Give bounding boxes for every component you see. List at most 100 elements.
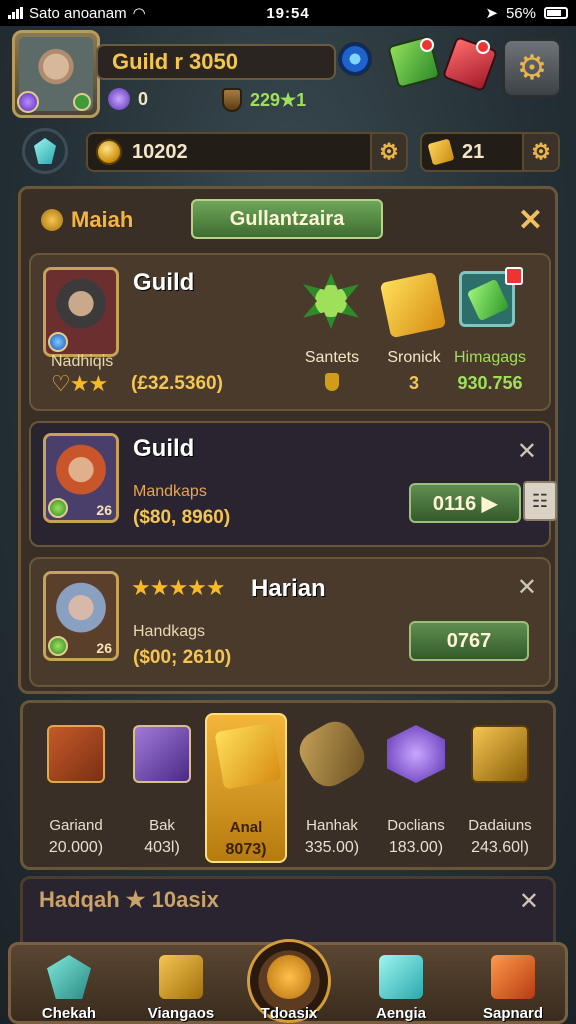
- crystal-button[interactable]: [22, 128, 68, 174]
- carrier-label: Sato anoanam: [29, 4, 127, 22]
- purple-box-icon: [133, 725, 191, 783]
- card-amount: ($80, 8960): [133, 507, 231, 528]
- nav-item-viangaos[interactable]: Viangaos: [131, 951, 231, 1023]
- purple-gem-icon: [387, 725, 445, 783]
- grid-icon: ☷: [531, 490, 549, 511]
- guild-title: Guild r 3050: [112, 49, 238, 74]
- panel-tab[interactable]: Gullantzaira: [191, 199, 383, 239]
- card-amount: (£32.5360): [131, 373, 223, 394]
- panel-header: Maiah Gullantzaira ✕: [21, 189, 555, 249]
- claim-button[interactable]: 0767: [409, 621, 529, 661]
- crystal-icon: [34, 138, 56, 164]
- clock: 19:54: [266, 4, 310, 22]
- item-slot-gem[interactable]: Doclians 183.00): [375, 713, 457, 863]
- item-slot-selected[interactable]: Anal 8073): [205, 713, 287, 863]
- coin-bar: 10202 ⚙: [86, 132, 408, 172]
- gold-block-icon: [379, 271, 447, 339]
- class-icon: [48, 636, 68, 656]
- nav-item-chekah[interactable]: Chekah: [19, 951, 119, 1023]
- star-rating: ★★★★★: [131, 575, 226, 600]
- nav-item-sapnard[interactable]: Sapnard: [463, 951, 563, 1023]
- gear-icon: ⚙: [379, 139, 399, 164]
- nav-label: Sapnard: [482, 1005, 543, 1022]
- nav-label: Chekah: [41, 1005, 97, 1022]
- item-slot-chest[interactable]: Gariand 20.000): [35, 713, 117, 863]
- avatar-gem-icon: [17, 91, 39, 113]
- battery-percent: 56%: [505, 4, 536, 22]
- blue-orb-icon[interactable]: [338, 42, 372, 76]
- crystal-icon: [47, 955, 91, 999]
- green-counter: 229★1: [222, 88, 306, 112]
- item-value: 20.000): [48, 839, 104, 856]
- close-icon[interactable]: ✕: [519, 887, 539, 916]
- class-icon: [48, 332, 68, 352]
- nav-item-aengia[interactable]: Aengia: [351, 951, 451, 1023]
- secondary-panel: Hadqah ★ 10asix ✕: [20, 876, 556, 946]
- coin-add-button[interactable]: ⚙: [370, 134, 406, 170]
- orange-gem-icon: [491, 955, 535, 999]
- close-icon[interactable]: ✕: [517, 573, 537, 602]
- hero-portrait: 26: [43, 571, 119, 661]
- guild-title-bar[interactable]: Guild r 3050: [96, 44, 336, 80]
- location-icon: ➤: [485, 5, 498, 22]
- hero-portrait: 26: [43, 433, 119, 523]
- coin-icon: [96, 139, 122, 165]
- chest-icon: [47, 725, 105, 783]
- panel-title: Maiah: [71, 207, 134, 232]
- green-star-icon: [303, 273, 359, 329]
- item-value: 335.00): [304, 839, 360, 856]
- shield-icon: [325, 373, 339, 391]
- hero-level: 26: [96, 502, 112, 518]
- item-label: Gariand: [49, 817, 103, 834]
- gold-block-icon: [214, 722, 282, 790]
- claim-button-label: 0767: [446, 629, 492, 652]
- status-right: ➤ 56%: [348, 4, 568, 22]
- card-name: Guild: [133, 269, 195, 296]
- item-slot-treasure[interactable]: Dadaiuns 243.60l): [459, 713, 541, 863]
- item-value: 930.756: [457, 373, 523, 393]
- hero-portrait: [43, 267, 119, 357]
- notification-dot: [420, 38, 434, 52]
- nav-item-tdoasix[interactable]: Tdoasix: [239, 951, 339, 1023]
- gold-chest-icon: [159, 955, 203, 999]
- settings-button[interactable]: ⚙: [502, 38, 562, 98]
- player-avatar[interactable]: [12, 30, 100, 118]
- expand-button[interactable]: ☷: [523, 481, 557, 521]
- guild-card[interactable]: Guild Nadhiqis ♡★★ (£32.5360) Santets Sr…: [29, 253, 551, 411]
- class-icon: [48, 498, 68, 518]
- battery-icon: [544, 7, 568, 19]
- card-subtitle: Nadhiqis: [51, 353, 114, 370]
- hero-level: 26: [96, 640, 112, 656]
- shield-icon: [41, 209, 63, 231]
- avatar-badge-icon: [73, 93, 91, 111]
- card-subtitle: Handkags: [133, 623, 206, 640]
- item-slot-bag[interactable]: Bak 403l): [121, 713, 203, 863]
- coin-amount: 10202: [132, 140, 188, 163]
- crystal-shape: [466, 278, 510, 322]
- close-icon[interactable]: ✕: [517, 437, 537, 466]
- item-label: Bak: [149, 817, 175, 834]
- item-label: Santets: [304, 349, 360, 366]
- card-amount: ($00; 2610): [133, 647, 232, 668]
- shield-icon: [222, 88, 242, 112]
- gold-bar-icon: [427, 138, 455, 166]
- guild-card[interactable]: 26 Guild Mandkaps ($80, 8960) ✕ 0116 ▶: [29, 421, 551, 547]
- close-icon[interactable]: ✕: [518, 203, 543, 238]
- item-label: Dadaiuns: [468, 817, 532, 834]
- star-rating: ♡★★: [51, 371, 108, 396]
- item-slot-scroll[interactable]: Hanhak 335.00): [291, 713, 373, 863]
- claim-button[interactable]: 0116 ▶: [409, 483, 521, 523]
- gold-add-button[interactable]: ⚙: [522, 134, 558, 170]
- nav-label: Aengia: [375, 1005, 426, 1022]
- items-panel: Gariand 20.000) Bak 403l) Anal 8073) Han…: [20, 700, 556, 870]
- status-bar: Sato anoanam ◠ 19:54 ➤ 56%: [0, 0, 576, 26]
- card-name: Guild: [133, 435, 195, 462]
- item-value: 403l): [144, 839, 180, 856]
- gear-icon: ⚙: [531, 139, 551, 164]
- card-name: Harian: [251, 575, 326, 602]
- nav-label: Tdoasix: [260, 1005, 318, 1022]
- wifi-icon: ◠: [132, 5, 146, 22]
- card-subtitle: Mandkaps: [133, 483, 207, 500]
- guild-card[interactable]: 26 ★★★★★ Harian Handkags ($00; 2610) ✕ 0…: [29, 557, 551, 687]
- bottom-nav: Chekah Viangaos Tdoasix Aengia Sapnard: [8, 939, 568, 1024]
